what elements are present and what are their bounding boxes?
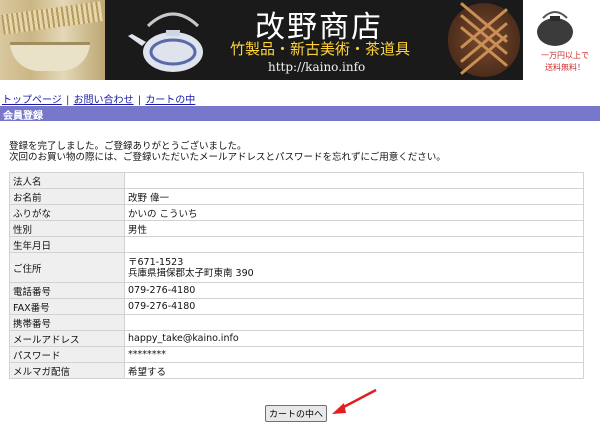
row-label-company: 法人名 [9, 172, 125, 189]
row-value-phone: 079-276-4180 [124, 282, 584, 299]
shop-subtitle: 竹製品・新古美術・茶道具 [230, 40, 411, 58]
nav-link-contact[interactable]: お問い合わせ [74, 95, 134, 106]
table-row: ご住所 〒671-1523 兵庫県揖保郡太子町東南 390 [9, 252, 584, 283]
table-row: パスワード ******** [9, 346, 584, 363]
row-label-email: メールアドレス [9, 330, 125, 347]
row-label-furigana: ふりがな [9, 204, 125, 221]
go-to-cart-button[interactable]: カートの中へ [265, 405, 327, 422]
row-value-birthday [124, 236, 584, 253]
red-arrow-icon [332, 388, 377, 414]
bamboo-basket-image [0, 0, 105, 80]
table-row: 電話番号 079-276-4180 [9, 282, 584, 299]
table-row: 携帯番号 [9, 314, 584, 331]
row-label-birthday: 生年月日 [9, 236, 125, 253]
address-street: 兵庫県揖保郡太子町東南 390 [128, 267, 254, 279]
teapot-image [128, 12, 203, 72]
table-row: メールアドレス happy_take@kaino.info [9, 330, 584, 347]
row-value-password: ******** [124, 346, 584, 363]
row-label-password: パスワード [9, 346, 125, 363]
free-shipping-line-1: 一万円以上で [541, 51, 589, 60]
bamboo-plate-image [448, 2, 520, 77]
breadcrumb-nav: トップページ | お問い合わせ | カートの中 [2, 91, 195, 106]
nav-link-cart[interactable]: カートの中 [145, 95, 195, 106]
table-row: 性別 男性 [9, 220, 584, 237]
row-label-name: お名前 [9, 188, 125, 205]
row-value-fax: 079-276-4180 [124, 298, 584, 315]
free-shipping-line-2: 送料無料！ [545, 63, 585, 72]
table-row: 法人名 [9, 172, 584, 189]
row-value-gender: 男性 [124, 220, 584, 237]
table-row: 生年月日 [9, 236, 584, 253]
row-value-email: happy_take@kaino.info [124, 330, 584, 347]
row-label-phone: 電話番号 [9, 282, 125, 299]
row-label-address: ご住所 [9, 252, 125, 283]
row-label-gender: 性別 [9, 220, 125, 237]
section-title: 会員登録 [3, 111, 43, 122]
message-line-2: 次回のお買い物の際には、ご登録いただいたメールアドレスとパスワードを忘れずにご用… [9, 152, 446, 163]
row-value-name: 改野 偉一 [124, 188, 584, 205]
header-banner: 改野商店 竹製品・新古美術・茶道具 http://kaino.info [0, 0, 523, 80]
member-info-table: 法人名 お名前 改野 偉一 ふりがな かいの こういち 性別 男性 生年月日 ご… [9, 172, 584, 379]
table-row: ふりがな かいの こういち [9, 204, 584, 221]
row-label-newsletter: メルマガ配信 [9, 362, 125, 379]
row-value-newsletter: 希望する [124, 362, 584, 379]
iron-kettle-image [537, 11, 573, 46]
shop-url: http://kaino.info [268, 60, 366, 74]
row-value-company [124, 172, 584, 189]
address-postal-code: 〒671-1523 [128, 256, 184, 268]
row-value-address: 〒671-1523 兵庫県揖保郡太子町東南 390 [124, 252, 584, 283]
row-value-furigana: かいの こういち [124, 204, 584, 221]
completion-message: 登録を完了しました。ご登録ありがとうございました。 次回のお買い物の際には、ご登… [9, 141, 446, 163]
nav-separator: | [66, 95, 70, 106]
row-value-mobile [124, 314, 584, 331]
row-label-fax: FAX番号 [9, 298, 125, 315]
table-row: メルマガ配信 希望する [9, 362, 584, 379]
table-row: FAX番号 079-276-4180 [9, 298, 584, 315]
message-line-1: 登録を完了しました。ご登録ありがとうございました。 [9, 141, 247, 152]
row-label-mobile: 携帯番号 [9, 314, 125, 331]
nav-link-top[interactable]: トップページ [2, 95, 62, 106]
section-header: 会員登録 [0, 106, 600, 122]
free-shipping-note: 一万円以上で 送料無料！ [530, 50, 600, 74]
table-row: お名前 改野 偉一 [9, 188, 584, 205]
nav-separator: | [137, 95, 142, 106]
